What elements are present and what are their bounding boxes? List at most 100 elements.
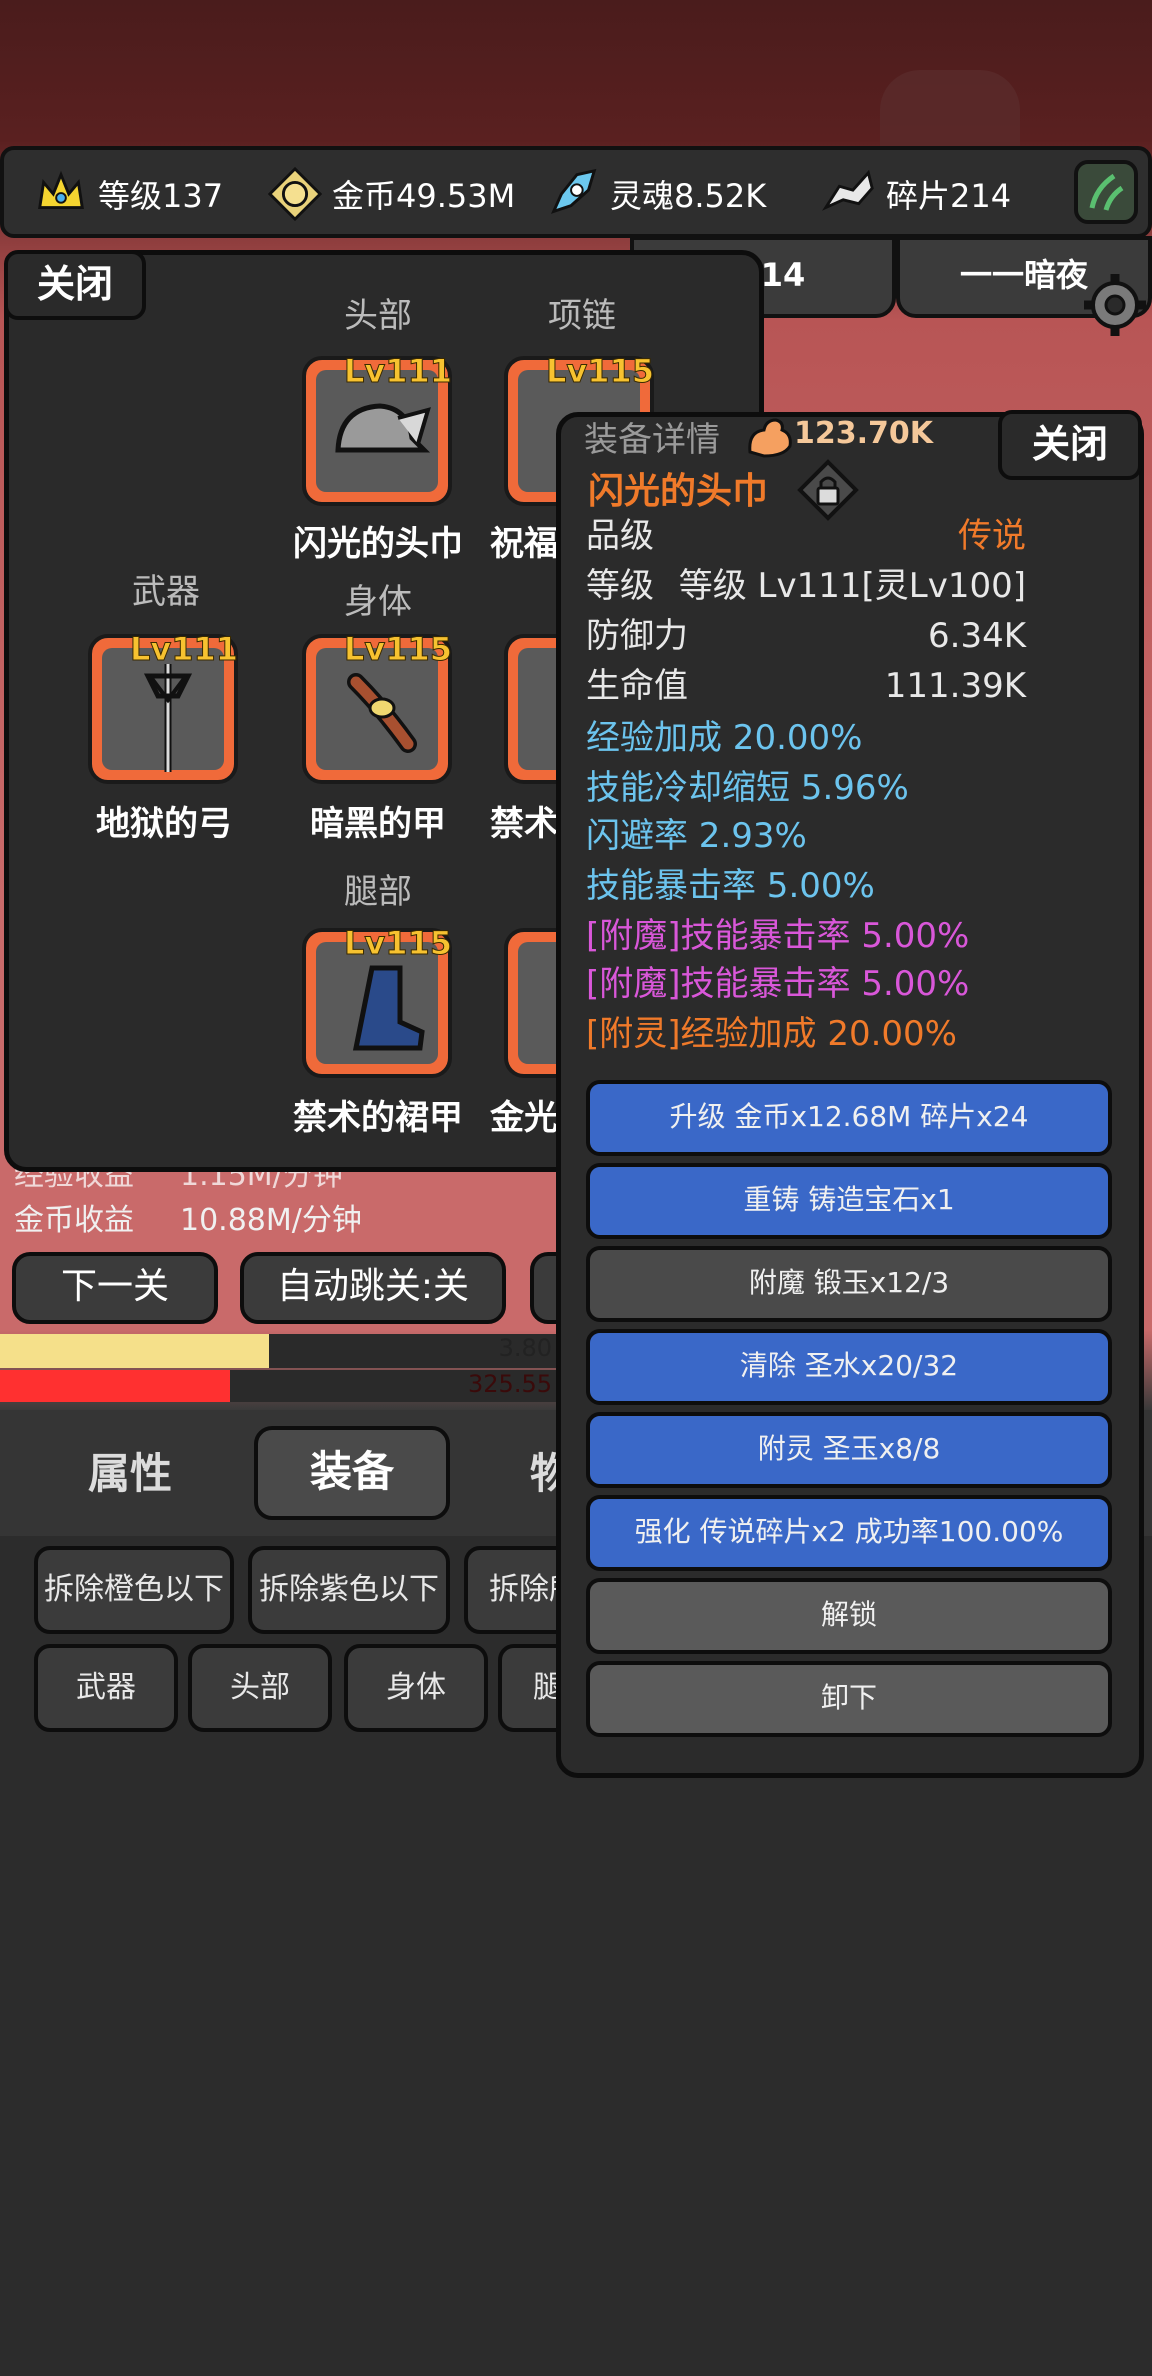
item-name-head: 闪光的头巾 — [293, 524, 463, 564]
stat-hp-value: 111.39K — [884, 666, 1026, 706]
dismantle-purple-label: 拆除紫色以下 — [259, 1572, 439, 1607]
boot-icon — [352, 965, 425, 1051]
upgrade-button[interactable]: 升级 金币x12.68M 碎片x24 — [586, 1080, 1112, 1156]
slot-label-body: 身体 — [344, 582, 412, 622]
item-name-legs: 禁术的裙甲 — [293, 1098, 463, 1138]
dismantle-orange-label: 拆除橙色以下 — [44, 1572, 224, 1607]
tab-attributes[interactable]: 属性 — [50, 1440, 210, 1501]
affix-2: 技能冷却缩短 5.96% — [586, 768, 909, 808]
stat-grade: 品级 传说 — [586, 512, 1026, 560]
filter-head-label: 头部 — [230, 1670, 290, 1705]
gold-income: 金币收益 10.88M/分钟 — [14, 1195, 362, 1239]
crown-icon — [38, 170, 84, 209]
bow-icon — [143, 664, 193, 772]
filter-body-label: 身体 — [386, 1670, 446, 1705]
unequip-button[interactable]: 卸下 — [586, 1661, 1112, 1737]
slot-label-head: 头部 — [344, 296, 412, 336]
equip-slot-legs[interactable]: Lv115 — [302, 924, 453, 1078]
dismantle-below-orange-button[interactable]: 拆除橙色以下 — [34, 1546, 234, 1634]
affix-1: 经验加成 20.00% — [586, 718, 863, 758]
armor-icon — [347, 673, 417, 753]
upgrade-label: 升级 金币x12.68M 碎片x24 — [669, 1100, 1029, 1133]
item-name-necklace: 祝福 — [490, 524, 558, 564]
shard-resource: 碎片214 — [820, 168, 1011, 220]
hp-bar-track: 325.55 — [0, 1370, 560, 1402]
affix-5: [附魔]技能暴击率 5.00% — [586, 916, 970, 956]
night-tab-label: 一一暗夜 — [959, 256, 1088, 294]
claw-icon — [1089, 173, 1124, 211]
detail-close-label: 关闭 — [1031, 422, 1108, 466]
spirit-bind-button[interactable]: 附灵 圣玉x8/8 — [586, 1412, 1112, 1488]
auto-skip-button[interactable]: 自动跳关:关 — [240, 1252, 506, 1324]
unlock-button[interactable]: 解锁 — [586, 1578, 1112, 1654]
soul-resource: 灵魂8.52K — [544, 168, 766, 220]
hp-bar-fill — [0, 1370, 230, 1402]
detail-close-button[interactable]: 关闭 — [998, 410, 1142, 480]
stat-level: 等级 等级 Lv111[灵Lv100] — [586, 562, 1026, 610]
tab-equipment[interactable]: 装备 — [254, 1426, 450, 1520]
resource-bar: 等级137 金币49.53M 灵魂8.52K 碎片214 — [0, 146, 1152, 238]
level-resource: 等级137 — [32, 168, 223, 220]
item-name-column3-row2: 禁术 — [490, 804, 558, 844]
equip-slot-head[interactable]: Lv111 — [302, 352, 453, 506]
hp-bar-text: 325.55 — [468, 1370, 552, 1398]
dismantle-below-purple-button[interactable]: 拆除紫色以下 — [248, 1546, 450, 1634]
exp-bar-fill — [0, 1334, 269, 1368]
detail-item-name: 闪光的头巾 — [588, 471, 769, 512]
gold-resource: 金币49.53M — [266, 166, 516, 222]
gold-coin-icon — [267, 166, 323, 222]
slot-label-legs: 腿部 — [344, 872, 412, 912]
strengthen-button[interactable]: 强化 传说碎片x2 成功率100.00% — [586, 1495, 1112, 1571]
affix-6: [附魔]技能暴击率 5.00% — [586, 964, 970, 1004]
auto-skip-label: 自动跳关:关 — [276, 1266, 470, 1307]
skill-menu-button[interactable] — [1074, 160, 1138, 224]
next-stage-button[interactable]: 下一关 — [12, 1252, 218, 1324]
filter-body-button[interactable]: 身体 — [344, 1644, 488, 1732]
stat-grade-label: 品级 — [586, 516, 654, 556]
reforge-label: 重铸 铸造宝石x1 — [743, 1183, 955, 1216]
reforge-button[interactable]: 重铸 铸造宝石x1 — [586, 1163, 1112, 1239]
filter-weapon-label: 武器 — [76, 1670, 136, 1705]
slot-label-weapon: 武器 — [132, 572, 200, 612]
stat-defense-label: 防御力 — [586, 616, 688, 656]
stat-hp: 生命值 111.39K — [586, 662, 1026, 710]
soul-icon — [551, 168, 597, 214]
equip-slot-body[interactable]: Lv115 — [302, 630, 453, 784]
equip-slot-weapon[interactable]: Lv111 — [88, 630, 239, 784]
slot-level: Lv115 — [545, 352, 654, 391]
clear-button[interactable]: 清除 圣水x20/32 — [586, 1329, 1112, 1405]
slot-level: Lv111 — [343, 352, 452, 391]
stat-hp-label: 生命值 — [586, 666, 688, 706]
affix-7: [附灵]经验加成 20.00% — [586, 1014, 957, 1054]
stat-level-label: 等级 — [586, 566, 654, 606]
equipment-close-button[interactable]: 关闭 — [4, 250, 146, 320]
stat-level-value: 等级 Lv111[灵Lv100] — [678, 566, 1026, 606]
unlock-label: 解锁 — [820, 1598, 877, 1631]
slot-level: Lv115 — [343, 630, 452, 669]
stat-defense: 防御力 6.34K — [586, 612, 1026, 660]
stat-defense-value: 6.34K — [928, 616, 1026, 656]
gold-income-value: 10.88M/分钟 — [180, 1203, 362, 1238]
strengthen-label: 强化 传说碎片x2 成功率100.00% — [634, 1515, 1064, 1548]
equipment-close-label: 关闭 — [36, 262, 113, 306]
enchant-label: 附魔 锻玉x12/3 — [748, 1266, 950, 1299]
gold-value: 金币49.53M — [332, 177, 516, 215]
item-name-weapon: 地狱的弓 — [96, 804, 232, 844]
gear-icon[interactable] — [1082, 272, 1148, 338]
tab-equipment-label: 装备 — [309, 1447, 394, 1496]
shard-icon — [821, 169, 874, 211]
gold-income-label: 金币收益 — [14, 1203, 134, 1238]
slot-level: Lv111 — [129, 630, 238, 669]
helmet-icon — [335, 403, 431, 453]
filter-weapon-button[interactable]: 武器 — [34, 1644, 178, 1732]
muscle-power-icon — [748, 418, 792, 458]
enchant-button[interactable]: 附魔 锻玉x12/3 — [586, 1246, 1112, 1322]
stage-tab-label: 14 — [760, 256, 806, 294]
next-stage-label: 下一关 — [60, 1266, 169, 1307]
spirit-bind-label: 附灵 圣玉x8/8 — [757, 1432, 941, 1465]
item-name-body: 暗黑的甲 — [310, 804, 446, 844]
filter-head-button[interactable]: 头部 — [188, 1644, 332, 1732]
soul-value: 灵魂8.52K — [610, 177, 767, 215]
exp-bar-text: 3.80 — [498, 1334, 552, 1362]
exp-bar-track: 3.80 — [0, 1334, 560, 1368]
